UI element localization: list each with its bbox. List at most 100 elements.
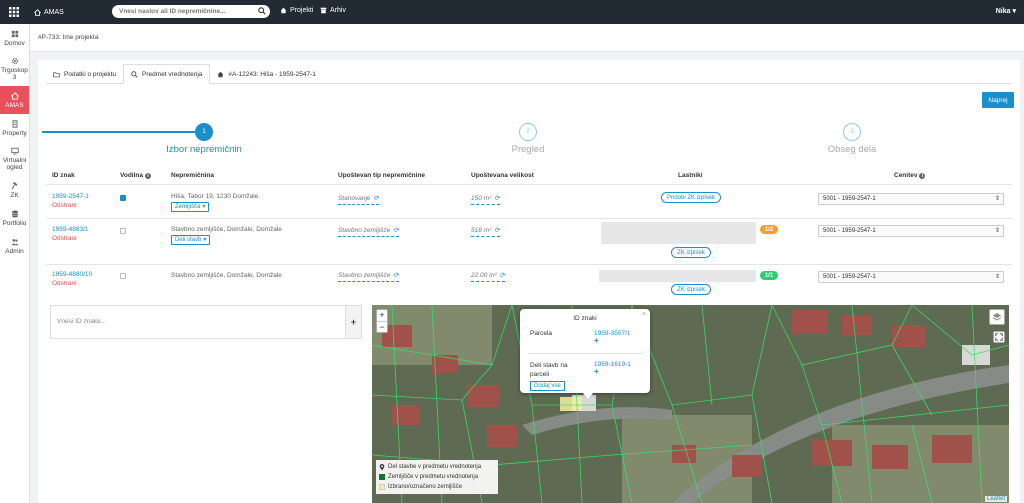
archive-link[interactable]: Arhiv: [320, 7, 346, 14]
sidebar-item-amas[interactable]: AMAS: [0, 86, 29, 114]
table-row-1-size[interactable]: 150 m² ⟳: [471, 194, 500, 205]
zemljisca-dropdown[interactable]: Zemljišča ▾: [171, 202, 210, 212]
deli-label: Deli stavb na parceli: [530, 362, 568, 378]
sidebar: Domov Trgoskop 3 AMAS Property Virtualni…: [0, 24, 30, 503]
chevron-down-icon: ▾: [202, 203, 206, 210]
table-row-1-property: Hiša, Tabor 19, 1230 Domžale Zemljišča ▾: [171, 192, 258, 212]
apps-grid-icon[interactable]: [0, 0, 28, 24]
land-registry-button[interactable]: ZK izpisek: [671, 247, 711, 258]
lead-checkbox[interactable]: [120, 195, 126, 201]
refresh-icon[interactable]: ⟳: [393, 226, 398, 235]
fullscreen-button[interactable]: [993, 331, 1005, 343]
remove-link[interactable]: Odstrani: [52, 201, 89, 210]
home-icon: [280, 7, 287, 14]
header-size: Upoštevana velikost: [471, 172, 534, 179]
map[interactable]: + − × ID znaki Parcela 1959-3507/1 + Del…: [372, 305, 1009, 503]
remove-link[interactable]: Odstrani: [52, 234, 89, 243]
table-row-3-id: 1959-4880/10 Odstrani: [52, 270, 92, 288]
table-row-3-property: Stavbno zemljišče, Domžale, Domžale: [171, 272, 282, 279]
user-menu[interactable]: Nika ▾: [996, 7, 1016, 15]
add-all-button[interactable]: Dodaj vse: [530, 381, 565, 391]
add-id-button[interactable]: +: [345, 306, 361, 338]
lead-checkbox[interactable]: [120, 273, 126, 279]
sidebar-item-virtualni-ogled[interactable]: Virtualni ogled: [0, 142, 29, 176]
table-row-1-type[interactable]: Stanovanje ⟳: [338, 194, 379, 205]
deli-stavb-dropdown[interactable]: Deli stavb ▾: [171, 235, 211, 245]
select-arrows-icon: ⇕: [994, 196, 1000, 202]
header-appraiser: Cenitev i: [894, 172, 926, 179]
chevron-down-icon: ▾: [203, 236, 207, 243]
step-2-number: 2: [526, 129, 530, 135]
next-button[interactable]: Naprej: [982, 92, 1014, 108]
building-icon: [12, 119, 17, 128]
zoom-control: + −: [376, 309, 388, 333]
legend-item: Izbrano/označeno zemljišče: [379, 482, 495, 492]
row-id-link[interactable]: 1959-2547-1: [52, 192, 89, 201]
step-1-circle[interactable]: 1: [195, 123, 213, 141]
step-3-circle[interactable]: 3: [843, 123, 861, 141]
id-input-box: +: [50, 305, 362, 339]
zoom-out-button[interactable]: −: [377, 322, 387, 333]
remove-link[interactable]: Odstrani: [52, 279, 92, 288]
lead-checkbox[interactable]: [120, 228, 126, 234]
refresh-icon[interactable]: ⟳: [393, 271, 398, 280]
sidebar-item-admin[interactable]: Admin: [0, 232, 29, 260]
layers-icon: [992, 313, 1002, 321]
step-2-circle[interactable]: 2: [519, 123, 537, 141]
refresh-icon[interactable]: ⟳: [494, 194, 499, 203]
refresh-icon[interactable]: ⟳: [494, 226, 499, 235]
tab-predmet-vrednotenja[interactable]: Predmet vrednotenja: [123, 64, 211, 84]
add-parcela-plus-icon[interactable]: +: [594, 337, 631, 345]
legend-item: Zemljišče v predmetu vrednotenja: [379, 472, 495, 482]
brand[interactable]: AMAS: [34, 9, 64, 16]
table-row-3-size[interactable]: 22.00 m² ⟳: [471, 271, 506, 282]
sidebar-item-zk[interactable]: ZK: [0, 176, 29, 204]
search-icon[interactable]: [258, 7, 266, 15]
row-id-link[interactable]: 1959-4883/1: [52, 225, 89, 234]
sidebar-item-domov[interactable]: Domov: [0, 24, 29, 52]
search-box: [112, 5, 270, 18]
search-input[interactable]: [112, 8, 252, 15]
owner-count-badge: 1/1: [760, 271, 778, 280]
dashboard-icon: [11, 30, 18, 37]
projects-link[interactable]: Projekti: [280, 7, 313, 14]
search-icon: [131, 70, 138, 78]
sidebar-item-portfolio[interactable]: Portfolio: [0, 204, 29, 232]
info-icon[interactable]: i: [919, 172, 926, 179]
appraisal-select[interactable]: 5001 - 1959-2547-1 ⇕: [818, 271, 1004, 283]
id-input[interactable]: [51, 306, 341, 336]
tab-asset[interactable]: #A-12243: Hiša - 1959-2547-1: [210, 64, 322, 84]
header-lead: Vodilna i: [120, 172, 151, 179]
sidebar-item-trgoskop[interactable]: Trgoskop 3: [0, 52, 29, 86]
parcela-label: Parcela: [530, 330, 553, 337]
archive-icon: [320, 7, 327, 14]
close-icon[interactable]: ×: [642, 311, 646, 318]
get-land-registry-button[interactable]: Pridobi ZK izpisek: [661, 192, 721, 203]
layers-button[interactable]: [989, 309, 1005, 325]
land-registry-button[interactable]: ZK izpisek: [671, 284, 711, 295]
table-row-2-property: Stavbno zemljišče, Domžale, Domžale Deli…: [171, 225, 282, 245]
zoom-in-button[interactable]: +: [377, 310, 387, 322]
sidebar-item-property[interactable]: Property: [0, 114, 29, 142]
row-id-link[interactable]: 1959-4880/10: [52, 270, 92, 279]
appraisal-select[interactable]: 5001 - 1959-2547-1 ⇕: [818, 225, 1004, 237]
tab-podatki-o-projektu[interactable]: Podatki o projektu: [46, 64, 123, 84]
refresh-icon[interactable]: ⟳: [374, 194, 379, 203]
table-row-3-type[interactable]: Stavbno zemljišče ⟳: [338, 271, 399, 282]
header-divider: [46, 184, 1012, 185]
header-type: Upoštevan tip nepremičnine: [338, 172, 426, 179]
refresh-icon[interactable]: ⟳: [500, 271, 505, 280]
add-deli-plus-icon[interactable]: +: [594, 368, 631, 376]
table-row-2-size[interactable]: 518 m² ⟳: [471, 226, 500, 237]
plus-icon: +: [350, 317, 357, 327]
step-2-label: Pregled: [511, 144, 545, 155]
folder-icon: [53, 71, 60, 77]
step-1-number: 1: [202, 129, 206, 135]
leaflet-attribution[interactable]: Leaflet: [984, 496, 1007, 502]
table-row-2-type[interactable]: Stavbno zemljišče ⟳: [338, 226, 399, 237]
info-icon[interactable]: i: [145, 172, 151, 179]
appraisal-select[interactable]: 5001 - 1959-2547-1 ⇕: [818, 193, 1004, 205]
hammer-icon: [11, 181, 17, 189]
owner-count-badge: 1/2: [760, 225, 778, 234]
legend-swatch-yellow: [379, 484, 385, 490]
